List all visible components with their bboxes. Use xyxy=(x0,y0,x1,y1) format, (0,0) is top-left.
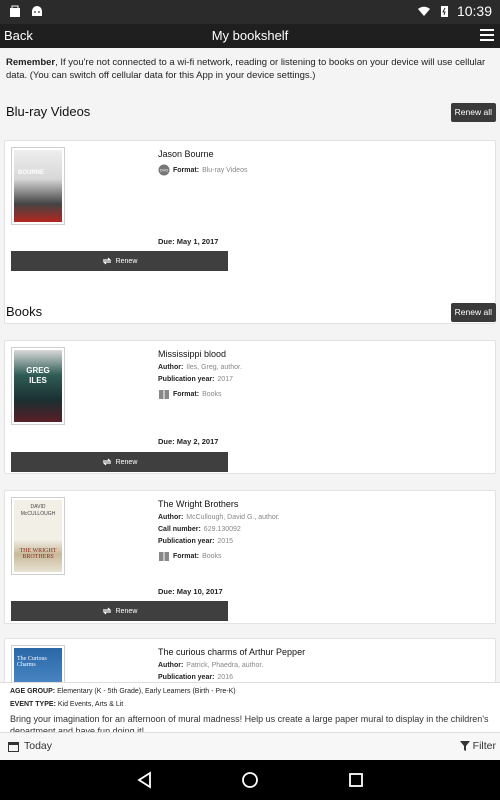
notification-bag-icon xyxy=(10,5,20,17)
event-description: Bring your imagination for an afternoon … xyxy=(10,714,489,733)
renew-arrows-icon xyxy=(102,458,112,466)
due-date: Due: May 1, 2017 xyxy=(158,237,219,246)
section-title: Books xyxy=(6,304,43,319)
system-navigation-bar xyxy=(0,760,500,800)
item-title[interactable]: The curious charms of Arthur Pepper xyxy=(158,647,488,657)
today-button[interactable]: Today xyxy=(8,740,52,752)
calendar-icon xyxy=(8,741,19,752)
renew-button[interactable]: Renew xyxy=(11,251,228,271)
battery-charging-icon xyxy=(440,6,448,17)
item-card: BOURNE Jason Bourne DVD Format: Blu-ray … xyxy=(4,140,496,324)
bottom-toolbar: Today Filter xyxy=(0,732,500,760)
cover-image[interactable]: BOURNE xyxy=(11,147,65,225)
renew-arrows-icon xyxy=(102,257,112,265)
cover-image[interactable]: GREG ILES xyxy=(11,347,65,425)
event-type: EVENT TYPE: Kid Events, Arts & Lit xyxy=(10,701,124,708)
age-group: AGE GROUP: Elementary (K - 5th Grade), E… xyxy=(10,688,236,695)
event-info-panel[interactable]: AGE GROUP: Elementary (K - 5th Grade), E… xyxy=(0,682,500,733)
due-date: Due: May 2, 2017 xyxy=(158,437,219,446)
recents-square-icon[interactable] xyxy=(346,770,366,790)
book-icon xyxy=(159,390,169,399)
item-card: The Curious Charms The curious charms of… xyxy=(4,638,496,682)
hamburger-menu-icon[interactable] xyxy=(480,29,494,41)
item-card: DAVID McCULLOUGH THE WRIGHT BROTHERS The… xyxy=(4,490,496,624)
item-card: GREG ILES Mississippi blood Author: Iles,… xyxy=(4,340,496,474)
item-title[interactable]: The Wright Brothers xyxy=(158,499,488,509)
back-button[interactable]: Back xyxy=(4,28,33,43)
cellular-data-notice: Remember, If you're not connected to a w… xyxy=(6,57,486,81)
item-title[interactable]: Jason Bourne xyxy=(158,149,488,159)
renew-button[interactable]: Renew xyxy=(11,601,228,621)
android-icon xyxy=(32,6,42,16)
renew-button[interactable]: Renew xyxy=(11,452,228,472)
home-circle-icon[interactable] xyxy=(240,770,260,790)
renew-arrows-icon xyxy=(102,607,112,615)
renew-all-button[interactable]: Renew all xyxy=(450,103,496,122)
back-triangle-icon[interactable] xyxy=(135,770,155,790)
bookshelf-content[interactable]: Remember, If you're not connected to a w… xyxy=(0,48,500,682)
status-bar: 10:39 xyxy=(0,0,500,24)
book-icon xyxy=(159,552,169,561)
dvd-disc-icon: DVD xyxy=(158,164,170,176)
page-title: My bookshelf xyxy=(211,28,289,43)
filter-funnel-icon xyxy=(459,741,470,751)
filter-button[interactable]: Filter xyxy=(459,740,496,752)
cover-image[interactable]: The Curious Charms xyxy=(11,645,65,682)
due-date: Due: May 10, 2017 xyxy=(158,587,223,596)
cover-image[interactable]: DAVID McCULLOUGH THE WRIGHT BROTHERS xyxy=(11,497,65,575)
item-title[interactable]: Mississippi blood xyxy=(158,349,488,359)
section-title: Blu-ray Videos xyxy=(6,104,91,119)
svg-text:DVD: DVD xyxy=(160,168,169,173)
wifi-icon xyxy=(417,6,430,16)
status-time: 10:39 xyxy=(456,3,492,19)
app-bar: My bookshelf Back xyxy=(0,24,500,48)
renew-all-button[interactable]: Renew all xyxy=(450,303,496,322)
